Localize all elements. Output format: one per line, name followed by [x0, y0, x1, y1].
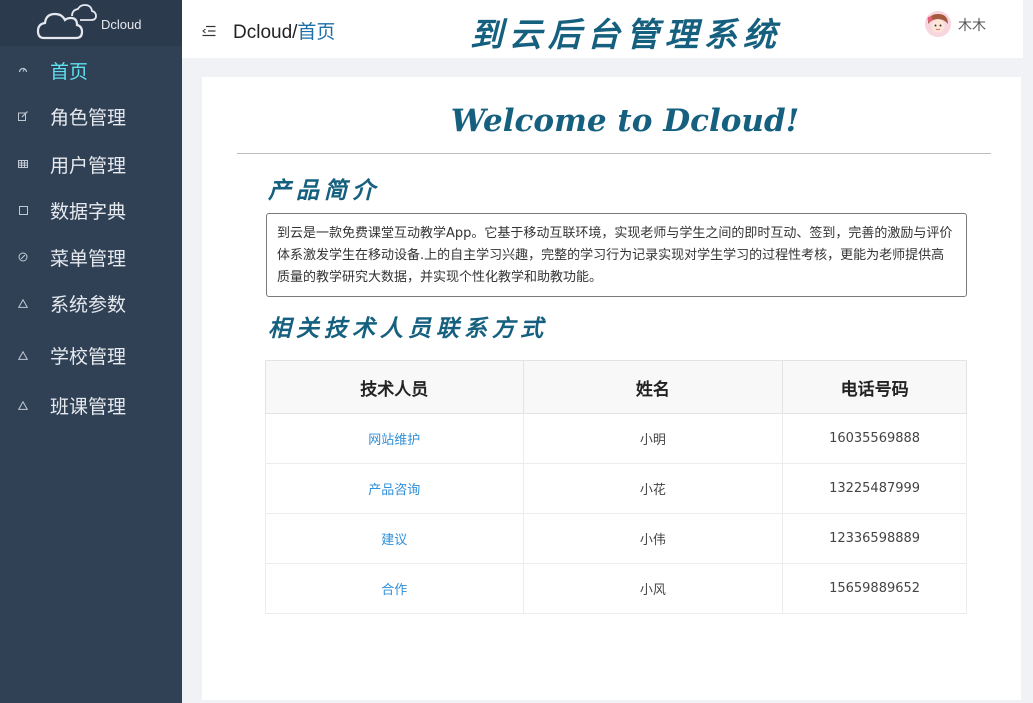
column-header: 电话号码	[782, 360, 967, 414]
table-row: 产品咨询 小花 13225487999	[265, 463, 967, 514]
sidebar-item-label: 数据字典	[50, 200, 127, 223]
logo[interactable]: Dcloud	[0, 0, 182, 46]
table-row: 网站维护 小明 16035569888	[265, 413, 967, 464]
sidebar-item-label: 系统参数	[50, 293, 127, 316]
top-header: Dcloud/首页 到云后台管理系统 木木	[182, 0, 1023, 58]
sidebar-item-label: 学校管理	[50, 345, 127, 368]
name-cell: 小风	[522, 563, 784, 614]
role-link[interactable]: 合作	[265, 563, 524, 614]
sidebar-item-params[interactable]: 系统参数	[0, 281, 182, 325]
column-header: 姓名	[522, 360, 784, 414]
contacts-table: 技术人员 姓名 电话号码 网站维护 小明 16035569888 产品咨询 小花…	[265, 360, 967, 614]
table-row: 建议 小伟 12336598889	[265, 513, 967, 564]
breadcrumb-current: 首页	[297, 22, 336, 43]
warning-icon	[16, 400, 30, 410]
welcome-heading: Welcome to Dcloud!	[450, 103, 800, 139]
column-header: 技术人员	[265, 360, 524, 414]
sidebar-item-label: 班课管理	[50, 395, 127, 418]
warning-icon	[16, 298, 30, 308]
sidebar-item-roles[interactable]: 角色管理	[0, 94, 182, 138]
sidebar-item-home[interactable]: 首页	[0, 48, 182, 92]
intro-heading: 产品简介	[268, 177, 380, 204]
divider	[237, 153, 991, 154]
role-link[interactable]: 产品咨询	[265, 463, 524, 514]
square-icon	[16, 205, 30, 215]
sidebar: Dcloud 首页 角色管理 用户管理 数据字典 菜单管理 系统参数 学校管理 …	[0, 0, 182, 703]
role-link[interactable]: 网站维护	[265, 413, 524, 464]
name-cell: 小明	[522, 413, 784, 464]
phone-cell: 12336598889	[782, 513, 967, 564]
contact-heading: 相关技术人员联系方式	[268, 315, 548, 342]
table-row: 合作 小风 15659889652	[265, 563, 967, 614]
name-cell: 小花	[522, 463, 784, 514]
sidebar-item-classes[interactable]: 班课管理	[0, 383, 182, 427]
cloud-logo-icon	[36, 4, 97, 40]
breadcrumb: Dcloud/首页	[233, 17, 335, 44]
breadcrumb-root[interactable]: Dcloud/	[233, 22, 297, 43]
system-title: 到云后台管理系统	[470, 15, 782, 54]
sidebar-item-users[interactable]: 用户管理	[0, 142, 182, 186]
logo-text: Dcloud	[101, 17, 142, 32]
intro-text-box: 到云是一款免费课堂互动教学App。它基于移动互联环境，实现老师与学生之间的即时互…	[266, 213, 967, 297]
warning-icon	[16, 350, 30, 360]
phone-cell: 13225487999	[782, 463, 967, 514]
sidebar-item-label: 首页	[50, 60, 89, 83]
sidebar-item-label: 角色管理	[50, 106, 127, 129]
sidebar-item-menus[interactable]: 菜单管理	[0, 235, 182, 279]
gauge-icon	[16, 65, 30, 75]
user-name[interactable]: 木木	[958, 15, 986, 35]
name-cell: 小伟	[522, 513, 784, 564]
menu-toggle-icon[interactable]	[202, 22, 216, 37]
sidebar-item-dictionary[interactable]: 数据字典	[0, 188, 182, 232]
phone-cell: 15659889652	[782, 563, 967, 614]
sidebar-item-label: 用户管理	[50, 154, 127, 177]
edit-icon	[16, 111, 30, 121]
grid-icon	[16, 160, 30, 168]
table-header-row: 技术人员 姓名 电话号码	[265, 360, 967, 414]
main-card: Welcome to Dcloud! 产品简介 到云是一款免费课堂互动教学App…	[202, 77, 1021, 700]
circle-icon	[16, 252, 30, 262]
role-link[interactable]: 建议	[265, 513, 524, 564]
sidebar-item-schools[interactable]: 学校管理	[0, 333, 182, 377]
sidebar-item-label: 菜单管理	[50, 247, 127, 270]
phone-cell: 16035569888	[782, 413, 967, 464]
avatar[interactable]	[925, 11, 951, 37]
